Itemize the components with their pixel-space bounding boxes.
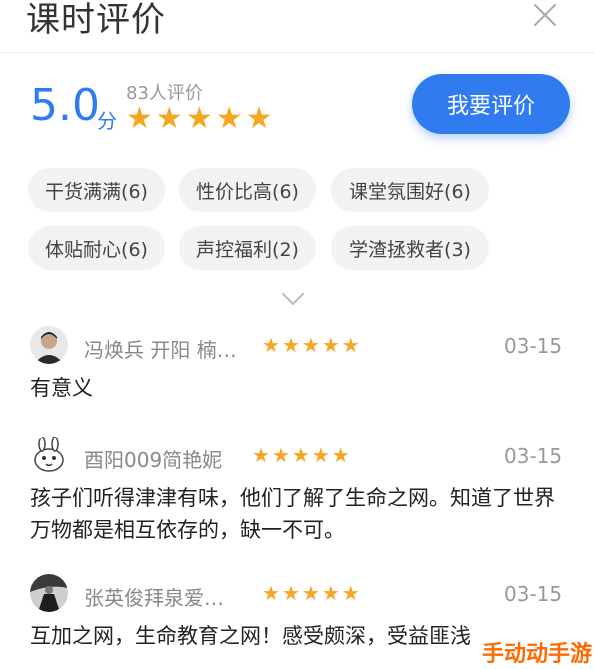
star-icon: ★ (341, 333, 360, 357)
star-icon: ★ (252, 443, 270, 467)
star-icon: ★ (321, 581, 340, 605)
tag-chip[interactable]: 性价比高(6) (179, 168, 316, 212)
review-text: 有意义 (30, 376, 93, 400)
star-icon: ★ (311, 443, 330, 467)
star-icon: ★ (126, 101, 153, 136)
star-icon: ★ (281, 581, 300, 605)
page-title: 课时评价 (26, 0, 166, 40)
avatar (30, 326, 68, 364)
star-icon: ★ (215, 101, 243, 136)
star-icon: ★ (262, 581, 280, 605)
review-stars: ★ ★ ★ ★ ★ (262, 335, 360, 355)
avatar (30, 436, 68, 474)
tag-chip[interactable]: 体贴耐心(6) (28, 226, 165, 270)
review-stars: ★ ★ ★ ★ ★ (252, 445, 350, 465)
reviewer-name: 张英俊拜泉爱… (84, 586, 224, 610)
chevron-down-icon[interactable] (281, 282, 305, 306)
tag-chip[interactable]: 课堂氛围好(6) (331, 168, 489, 212)
star-icon: ★ (155, 101, 183, 136)
close-icon[interactable] (530, 0, 560, 30)
star-icon: ★ (341, 581, 360, 605)
reviewer-name: 酉阳009简艳妮 (84, 448, 223, 472)
average-score: 5.0 (30, 80, 100, 131)
watermark-logo: 手动动手游 (482, 642, 593, 667)
star-icon: ★ (245, 101, 273, 136)
review-date: 03-15 (504, 582, 563, 606)
star-icon: ★ (281, 333, 300, 357)
reviewer-name: 冯焕兵 开阳 楠… (84, 338, 237, 362)
summary-stars: ★ ★ ★ ★ ★ (126, 104, 273, 134)
tag-chip[interactable]: 学渣拯救者(3) (331, 226, 489, 270)
star-icon: ★ (321, 333, 340, 357)
review-stars: ★ ★ ★ ★ ★ (262, 583, 360, 603)
rate-button[interactable]: 我要评价 (412, 74, 570, 134)
avatar (30, 574, 68, 612)
tag-chip[interactable]: 干货满满(6) (28, 168, 165, 212)
review-text: 孩子们听得津津有味，他们了解了生命之网。知道了世界万物都是相互依存的，缺一不可。 (30, 486, 555, 542)
tag-chip[interactable]: 声控福利(2) (179, 226, 316, 270)
review-date: 03-15 (504, 334, 563, 358)
star-icon: ★ (262, 333, 280, 357)
star-icon: ★ (301, 581, 320, 605)
star-icon: ★ (271, 443, 290, 467)
review-date: 03-15 (504, 444, 563, 468)
star-icon: ★ (301, 333, 320, 357)
star-icon: ★ (331, 443, 350, 467)
score-unit: 分 (97, 109, 117, 133)
star-icon: ★ (291, 443, 310, 467)
star-icon: ★ (185, 101, 213, 136)
header: 课时评价 (0, 0, 594, 53)
